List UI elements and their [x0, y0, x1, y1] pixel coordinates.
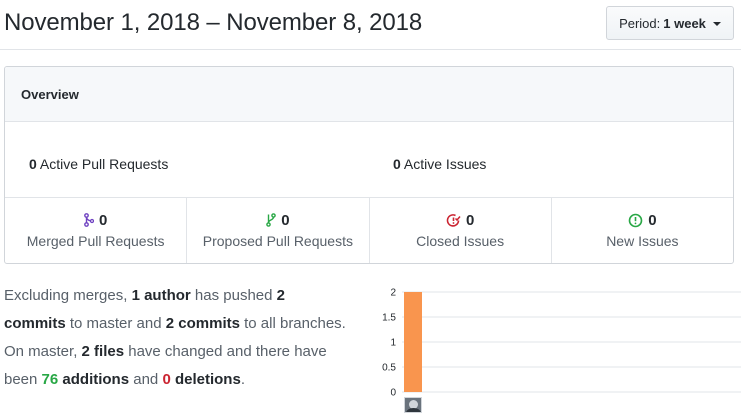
pull-request-icon [266, 213, 277, 227]
deletions-count: 0 [162, 371, 171, 388]
new-issues-stat[interactable]: 0 New Issues [552, 198, 733, 263]
overview-panel: Overview 0 Active Pull Requests 0 Active… [4, 66, 734, 264]
commits-all-count: 2 commits [165, 315, 240, 332]
active-pull-requests-link[interactable]: 0 Active Pull Requests [29, 156, 168, 172]
author-avatar[interactable] [404, 397, 422, 413]
commits-by-author-chart: 0 0.5 1 1.5 2 [382, 288, 741, 399]
overview-stats-row: 0 Merged Pull Requests 0 Proposed Pull R… [5, 198, 733, 263]
merge-icon [84, 213, 94, 227]
summary-text: Excluding merges, [4, 287, 132, 304]
issue-closed-icon [446, 213, 461, 228]
commit-bar[interactable] [404, 292, 422, 392]
overview-title: Overview [5, 67, 733, 122]
additions-count: 76 [41, 371, 59, 388]
merged-prs-label: Merged Pull Requests [26, 233, 165, 249]
active-prs-label: Active Pull Requests [39, 156, 169, 172]
additions-label: additions [58, 371, 130, 388]
summary-text: has pushed [190, 287, 277, 304]
deletions-label: deletions [170, 371, 241, 388]
y-tick-label: 0.5 [382, 363, 396, 374]
new-issues-label: New Issues [606, 233, 679, 249]
active-issues-link[interactable]: 0 Active Issues [393, 156, 486, 172]
proposed-pull-requests-stat[interactable]: 0 Proposed Pull Requests [187, 198, 370, 263]
y-tick-label: 0 [390, 388, 396, 399]
y-tick-label: 2 [390, 288, 396, 299]
active-issues-label: Active Issues [403, 156, 487, 172]
summary-text: to master and [65, 315, 166, 332]
commit-summary-text: Excluding merges, 1 author has pushed 2 … [4, 282, 349, 394]
files-changed-count: 2 files [81, 343, 125, 360]
caret-down-icon [712, 21, 721, 26]
date-range-title: November 1, 2018 – November 8, 2018 [4, 9, 423, 36]
closed-issues-stat[interactable]: 0 Closed Issues [370, 198, 552, 263]
proposed-prs-label: Proposed Pull Requests [202, 233, 353, 249]
y-tick-label: 1.5 [382, 313, 396, 324]
merged-prs-count: 0 [98, 211, 108, 229]
page-header: November 1, 2018 – November 8, 2018 Peri… [0, 0, 741, 50]
summary-text: . [240, 371, 245, 388]
y-tick-label: 1 [390, 338, 396, 349]
merged-pull-requests-stat[interactable]: 0 Merged Pull Requests [5, 198, 188, 263]
period-label: Period: [619, 15, 661, 31]
proposed-prs-count: 0 [281, 211, 290, 229]
active-issues-count: 0 [393, 156, 401, 172]
issue-opened-icon [628, 213, 643, 228]
period-value: 1 week [663, 15, 706, 31]
new-issues-count: 0 [648, 211, 657, 229]
summary-text: and [129, 371, 163, 388]
closed-issues-label: Closed Issues [416, 233, 505, 249]
author-count: 1 author [131, 287, 191, 304]
active-counts-row: 0 Active Pull Requests 0 Active Issues [5, 122, 733, 198]
active-prs-count: 0 [29, 156, 37, 172]
closed-issues-count: 0 [465, 211, 475, 229]
period-dropdown-button[interactable]: Period: 1 week [606, 6, 734, 40]
